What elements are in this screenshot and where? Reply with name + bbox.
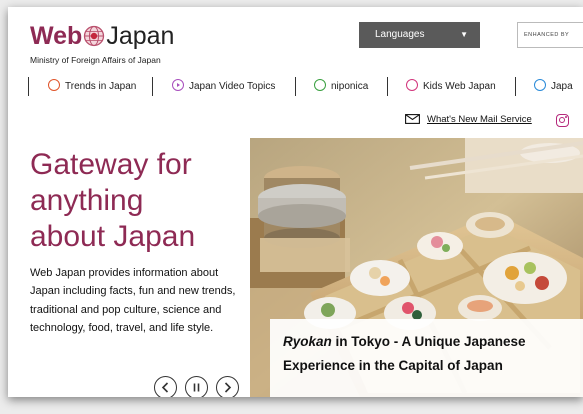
envelope-icon [405,114,420,127]
nav-item-label: Kids Web Japan [423,81,496,92]
hero-title-line: anything [30,184,144,217]
carousel-next-button[interactable] [216,376,239,397]
carousel-pause-button[interactable] [185,376,208,397]
caption-line-1: Ryokan in Tokyo - A Unique Japanese [283,334,526,349]
instagram-icon[interactable] [556,114,569,127]
nav-item-kids-web-japan[interactable]: Kids Web Japan [406,78,496,96]
carousel-prev-button[interactable] [154,376,177,397]
languages-dropdown[interactable]: Languages ▼ [359,22,480,48]
trends-icon [48,79,60,91]
hero-title: Gateway for anything about Japan [30,147,250,255]
chevron-left-icon [161,382,169,393]
nav-divider [515,77,516,96]
nav-item-label: Japa [551,81,573,92]
caret-down-icon: ▼ [460,30,468,39]
hero-description: Web Japan provides information about Jap… [30,267,236,335]
enhanced-by-label: ENHANCED BY [524,32,570,38]
chevron-right-icon [224,382,232,393]
kids-icon [406,79,418,91]
caption-emphasis: Ryokan [283,334,332,349]
niponica-icon [314,79,326,91]
nav-item-trends-in-japan[interactable]: Trends in Japan [48,78,136,96]
logo-japan-text: Japan [106,22,175,50]
nav-item-japan-video-topics[interactable]: Japan Video Topics [172,78,275,96]
web-japan-logo[interactable]: Web Japan [30,23,174,52]
nav-divider [152,77,153,96]
languages-label: Languages [375,29,425,40]
nav-item-niponica[interactable]: niponica [314,78,368,96]
nav-divider [28,77,29,96]
globe-icon [83,25,105,52]
hero-title-line: Gateway for [30,148,192,181]
nav-item-label: niponica [331,81,369,92]
whats-new-label: What's New Mail Service [427,114,532,125]
search-input[interactable]: ENHANCED BY [517,22,583,48]
logo-web-text: Web [30,22,83,50]
site-nav: Trends in Japan Japan Video Topics nipon… [8,76,583,98]
hero-title-line: about Japan [30,220,196,253]
caption-line-2: Experience in the Capital of Japan [283,358,503,373]
pause-icon [193,383,200,392]
nav-item-japan[interactable]: Japa [534,78,573,96]
nav-item-label: Japan Video Topics [189,81,276,92]
whats-new-mail-service-link[interactable]: What's New Mail Service [405,114,532,127]
nav-item-label: Trends in Japan [65,81,137,92]
ministry-subtitle: Ministry of Foreign Affairs of Japan [30,55,161,65]
caption-text: in Tokyo - A Unique Japanese [331,334,526,349]
instagram-dot [565,116,567,118]
instagram-lens [559,117,565,123]
nav-divider [295,77,296,96]
slide-caption[interactable]: Ryokan in Tokyo - A Unique Japanese Expe… [270,319,583,397]
video-icon [172,79,184,91]
japan-icon [534,79,546,91]
web-japan-page: Web Japan Ministry of Foreign Affairs of… [8,7,583,397]
hero-slide-image[interactable]: Ryokan in Tokyo - A Unique Japanese Expe… [250,138,583,397]
nav-divider [387,77,388,96]
